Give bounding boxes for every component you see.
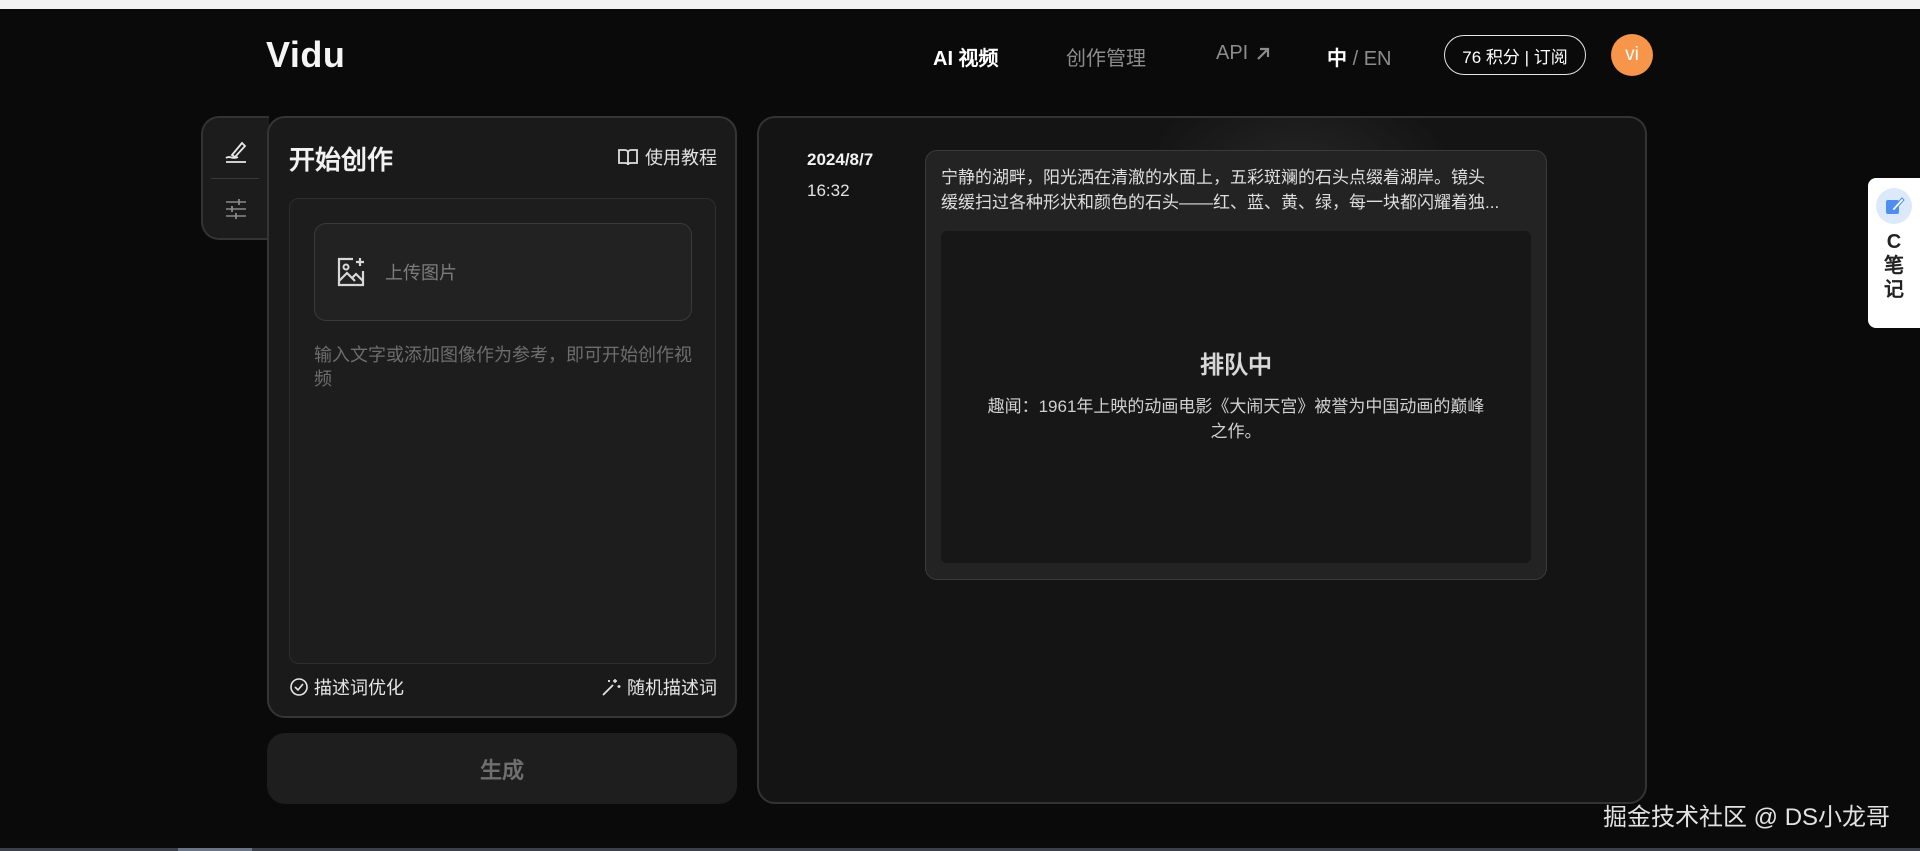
watermark: 掘金技术社区 @ DS小龙哥 [1603, 804, 1891, 831]
tool-tabs [201, 116, 269, 240]
note-widget-label: C笔记 [1884, 231, 1904, 301]
language-switch[interactable]: 中 / EN [1327, 42, 1391, 71]
tab-divider [211, 178, 259, 179]
video-preview: 排队中 趣闻：1961年上映的动画电影《大闹天宫》被誉为中国动画的巅峰之作。 [941, 231, 1531, 563]
task-date: 2024/8/7 [807, 150, 874, 169]
queue-status: 排队中 [1200, 351, 1272, 379]
task-prompt-line: 缓缓扫过各种形状和颜色的石头——红、蓝、黄、绿，每一块都闪耀着独... [941, 193, 1500, 212]
random-label: 随机描述词 [627, 678, 717, 698]
task-prompt-line: 宁静的湖畔，阳光洒在清澈的水面上，五彩斑斓的石头点缀着湖岸。镜头 [941, 168, 1485, 187]
nav-api-label: API [1216, 42, 1249, 64]
tab-text-to-video[interactable] [217, 132, 255, 170]
external-arrow-icon [1257, 47, 1270, 60]
lang-zh[interactable]: 中 [1327, 48, 1347, 70]
upload-image-button[interactable]: 上传图片 [314, 223, 692, 321]
fun-fact: 趣闻：1961年上映的动画电影《大闹天宫》被誉为中国动画的巅峰之作。 [987, 396, 1485, 441]
panel-title: 开始创作 [289, 145, 394, 175]
note-pen-icon [1876, 188, 1912, 224]
optimize-prompt-button[interactable]: 描述词优化 [289, 674, 404, 700]
task-time: 16:32 [807, 181, 850, 200]
optimize-label: 描述词优化 [314, 678, 404, 698]
book-icon [618, 149, 638, 166]
magic-wand-icon [602, 679, 621, 696]
prompt-area[interactable]: 上传图片 输入文字或添加图像作为参考，即可开始创作视频 [289, 198, 716, 664]
check-circle-icon [290, 678, 308, 696]
prompt-actions: 描述词优化 随机描述词 [289, 674, 717, 700]
image-add-icon [337, 257, 365, 287]
task-prompt: 宁静的湖畔，阳光洒在清澈的水面上，五彩斑斓的石头点缀着湖岸。镜头 缓缓扫过各种形… [941, 165, 1531, 215]
random-prompt-button[interactable]: 随机描述词 [600, 674, 717, 700]
tutorial-label: 使用教程 [645, 148, 717, 168]
nav-creation-manage[interactable]: 创作管理 [1066, 42, 1146, 71]
nav-ai-video[interactable]: AI 视频 [933, 42, 999, 71]
task-card[interactable]: 宁静的湖畔，阳光洒在清澈的水面上，五彩斑斓的石头点缀着湖岸。镜头 缓缓扫过各种形… [925, 150, 1547, 580]
sliders-icon [226, 199, 246, 219]
create-panel: 开始创作 使用教程 上传图片 输入文字或添加图像作为参考，即可开始创作视频 描述… [267, 116, 737, 718]
generate-button[interactable]: 生成 [267, 733, 737, 804]
vidu-logo[interactable]: Vidu [266, 34, 345, 76]
credits-subscribe-button[interactable]: 76 积分 | 订阅 [1444, 35, 1586, 75]
browser-top-strip [0, 0, 1920, 9]
tutorial-link[interactable]: 使用教程 [617, 144, 717, 170]
lang-en[interactable]: EN [1364, 48, 1392, 70]
user-avatar[interactable]: vi [1611, 34, 1653, 76]
pen-write-icon [225, 141, 247, 163]
upload-image-label: 上传图片 [385, 263, 457, 283]
tab-settings[interactable] [217, 190, 255, 228]
lang-separator: / [1352, 48, 1359, 70]
prompt-placeholder[interactable]: 输入文字或添加图像作为参考，即可开始创作视频 [314, 343, 699, 391]
nav-api[interactable]: API [1216, 42, 1272, 65]
note-widget[interactable]: C笔记 [1868, 178, 1920, 328]
results-panel: 2024/8/7 16:32 宁静的湖畔，阳光洒在清澈的水面上，五彩斑斓的石头点… [757, 116, 1647, 804]
